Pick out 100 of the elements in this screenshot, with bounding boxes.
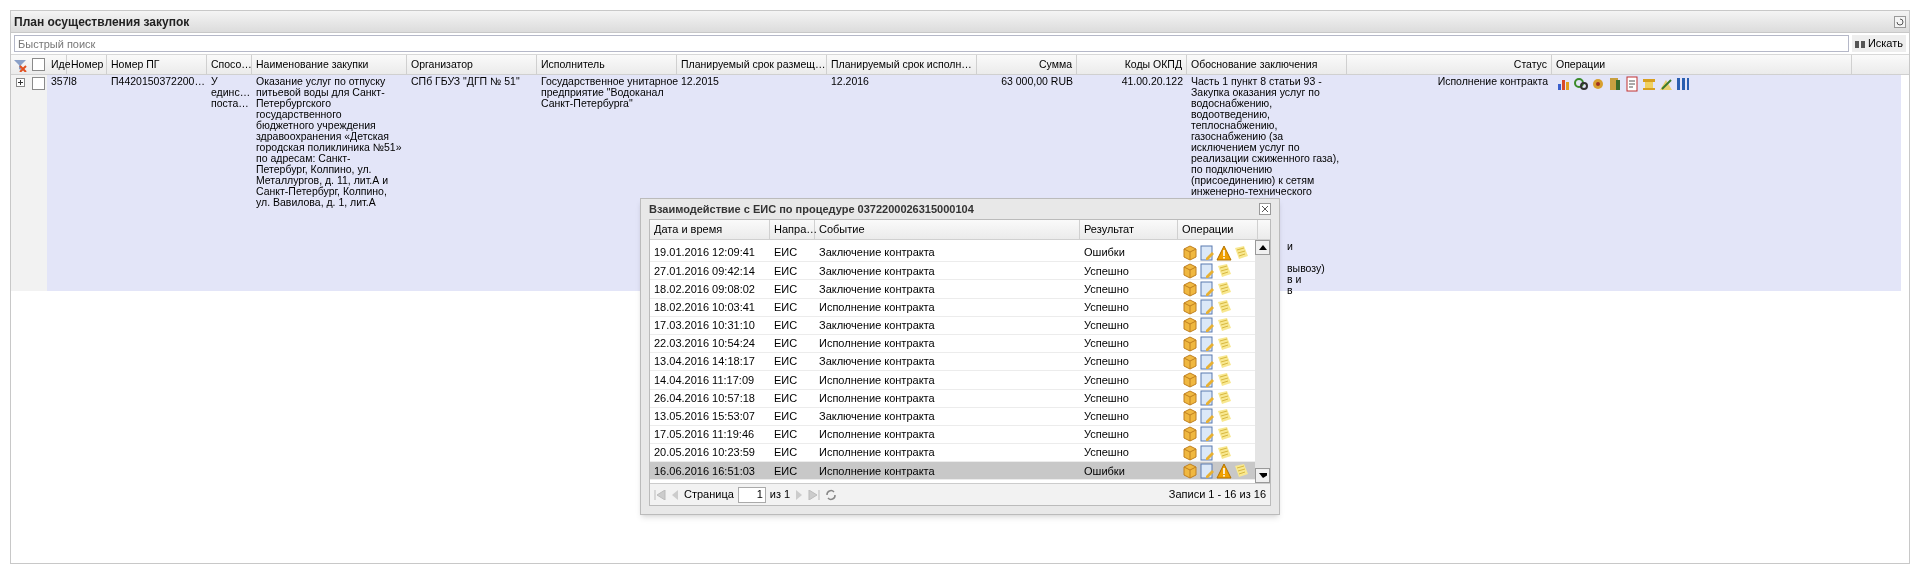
table-cell-text: Ошибки [1083, 463, 1126, 479]
table-cell-text: Заключение контракта [818, 281, 936, 297]
table-cell-text: Успешно [1083, 445, 1130, 461]
table-cell-text: 13.04.2016 14:18:17 [653, 354, 756, 370]
column-header[interactable]: Исполнитель [537, 55, 677, 74]
table-cell-text: ЕИС [773, 354, 799, 370]
page-count: из 1 [769, 487, 791, 503]
table-cell: 357l [51, 76, 71, 87]
event-row[interactable]: 19.01.2016 12:09:41 ЕИС Заключение контракта Ошибки [650, 244, 1255, 263]
panel-title: План осуществления закупок [14, 13, 190, 31]
table-cell-text: ЕИС [773, 245, 799, 261]
column-header[interactable]: Номер ПГ [107, 55, 207, 74]
event-row[interactable]: 26.04.2016 10:57:18 ЕИС Исполнение контракта Успешно [650, 389, 1255, 408]
search-field[interactable]: Быстрый поиск [14, 35, 1849, 52]
cell-text-fragment: и [1287, 241, 1293, 252]
table-cell-text: Заключение контракта [818, 354, 936, 370]
table-cell: 12.2015 [681, 76, 719, 87]
table-cell-text: 18.02.2016 10:03:41 [653, 299, 756, 315]
event-row[interactable]: 17.03.2016 10:31:10 ЕИС Заключение контракта Успешно [650, 316, 1255, 335]
event-row[interactable]: 22.03.2016 10:54:24 ЕИС Исполнение контракта Успешно [650, 334, 1255, 354]
table-cell-text: 17.03.2016 10:31:10 [653, 318, 756, 334]
event-row[interactable]: 16.06.2016 16:51:03 ЕИС Исполнение контракта Ошибки [650, 462, 1255, 481]
cell-text-fragment: в и [1287, 274, 1302, 285]
cell-text-fragment: в [1287, 285, 1293, 296]
cell-text-fragment: вывозу) [1287, 263, 1325, 274]
column-header[interactable]: Наименование закупки [252, 55, 407, 74]
table-cell-text: Успешно [1083, 336, 1130, 352]
column-header[interactable]: Планируемый срок размещ… [677, 55, 827, 74]
column-header[interactable]: Операции [1552, 55, 1852, 74]
table-cell-text: Успешно [1083, 372, 1130, 388]
table-cell: 12.2016 [831, 76, 869, 87]
column-header[interactable]: Планируемый срок исполн… [827, 55, 977, 74]
table-cell-text: ЕИС [773, 463, 799, 479]
event-row[interactable]: 18.02.2016 09:08:02 ЕИС Заключение контракта Успешно [650, 280, 1255, 299]
table-cell-text: Успешно [1083, 354, 1130, 370]
table-cell-text: Заключение контракта [818, 245, 936, 261]
page-field[interactable]: 1 [737, 486, 766, 503]
event-row[interactable]: 13.04.2016 14:18:17 ЕИС Заключение контракта Успешно [650, 353, 1255, 372]
column-header[interactable]: Коды ОКПД [1077, 55, 1187, 74]
column-header[interactable]: Операции [1178, 220, 1258, 239]
table-cell-text: ЕИС [773, 336, 799, 352]
table-cell: Оказание услуг по отпуску питьевой воды для Санкт- Петербургского государственного бюджетного учреждения здравоохранения «Детская городская поликлиника №51» по адресам: Санкт- Петербург, Колпино, ул. Металлургов, д. 11, лит.А и Санкт-Петербург, Колпино, ул. Вавилова, д. 1, лит.А [256, 76, 402, 208]
event-row[interactable]: 14.04.2016 11:17:09 ЕИС Исполнение контракта Успешно [650, 371, 1255, 390]
table-cell-text: Успешно [1083, 318, 1130, 334]
table-cell-text: 18.02.2016 09:08:02 [653, 281, 756, 297]
column-header[interactable]: Спосо… [207, 55, 252, 74]
column-header[interactable]: Обоснование заключения [1187, 55, 1347, 74]
table-cell-text: ЕИС [773, 409, 799, 425]
table-cell-text: 16.06.2016 16:51:03 [653, 463, 756, 479]
table-cell-text: Исполнение контракта [818, 372, 936, 388]
table-cell-text: Исполнение контракта [818, 299, 936, 315]
table-cell-text: ЕИС [773, 318, 799, 334]
table-cell: 8 [71, 76, 77, 87]
column-header[interactable]: Дата и время [650, 220, 770, 239]
table-cell-text: ЕИС [773, 281, 799, 297]
table-cell: СПб ГБУЗ "ДГП № 51" [411, 76, 520, 87]
event-row[interactable]: 17.05.2016 11:19:46 ЕИС Исполнение контракта Успешно [650, 425, 1255, 445]
column-header[interactable]: Напра… [770, 220, 815, 239]
table-cell-text: Успешно [1083, 409, 1130, 425]
event-row[interactable]: 13.05.2016 15:53:07 ЕИС Заключение контракта Успешно [650, 407, 1255, 426]
column-header[interactable]: Организатор [407, 55, 537, 74]
table-cell-text: Успешно [1083, 281, 1130, 297]
table-cell: 41.00.20.122 [1121, 76, 1183, 87]
table-cell-text: 17.05.2016 11:19:46 [653, 427, 756, 443]
table-cell-text: 26.04.2016 10:57:18 [653, 390, 756, 406]
table-cell: Исполнение контракта [1437, 76, 1548, 87]
table-cell-text: Успешно [1083, 427, 1130, 443]
table-cell-text: Заключение контракта [818, 263, 936, 279]
event-row[interactable]: 27.01.2016 09:42:14 ЕИС Заключение контракта Успешно [650, 262, 1255, 281]
table-cell-text: ЕИС [773, 390, 799, 406]
table-cell: Часть 1 пункт 8 статьи 93 - Закупка оказания услуг по водоснабжению, водоотведению, теплоснабжению, газоснабжению (за исключением услуг по реализации сжиженного газа), по подключению (присоединению) к сетям инженерно-технического [1191, 76, 1340, 197]
table-cell-text: Заключение контракта [818, 409, 936, 425]
table-cell-text: Исполнение контракта [818, 336, 936, 352]
table-cell-text: ЕИС [773, 263, 799, 279]
page-label: Страница [684, 487, 734, 503]
table-cell: Государственное унитарное предприятие "Водоканал Санкт-Петербурга" [541, 76, 679, 109]
search-button[interactable]: Искать [1851, 35, 1906, 52]
table-cell-text: Исполнение контракта [818, 463, 936, 479]
table-cell-text: 19.01.2016 12:09:41 [653, 245, 756, 261]
table-cell-text: 14.04.2016 11:17:09 [653, 372, 756, 388]
table-cell: П4420150372200… [111, 76, 205, 87]
column-header[interactable]: Сумма [977, 55, 1077, 74]
column-header[interactable]: Статус [1347, 55, 1552, 74]
table-cell-text: Успешно [1083, 390, 1130, 406]
table-cell-text: Успешно [1083, 263, 1130, 279]
table-cell-text: ЕИС [773, 372, 799, 388]
dialog-title: Взаимодействие с ЕИС по процедуре 0372200026315000104 [649, 201, 974, 217]
column-header[interactable]: Результат [1080, 220, 1178, 239]
table-cell-text: 27.01.2016 09:42:14 [653, 263, 756, 279]
table-cell-text: Успешно [1083, 299, 1130, 315]
table-cell-text: Ошибки [1083, 245, 1126, 261]
table-cell-text: ЕИС [773, 427, 799, 443]
table-cell-text: ЕИС [773, 299, 799, 315]
records-count: Записи 1 - 16 из 16 [1168, 487, 1266, 503]
table-cell-text: 22.03.2016 10:54:24 [653, 336, 756, 352]
table-cell-text: Исполнение контракта [818, 390, 936, 406]
table-cell-text: 20.05.2016 10:23:59 [653, 445, 756, 461]
column-header[interactable]: Событие [815, 220, 1080, 239]
event-row[interactable]: 18.02.2016 10:03:41 ЕИС Исполнение контракта Успешно [650, 298, 1255, 317]
table-cell-text: 13.05.2016 15:53:07 [653, 409, 756, 425]
